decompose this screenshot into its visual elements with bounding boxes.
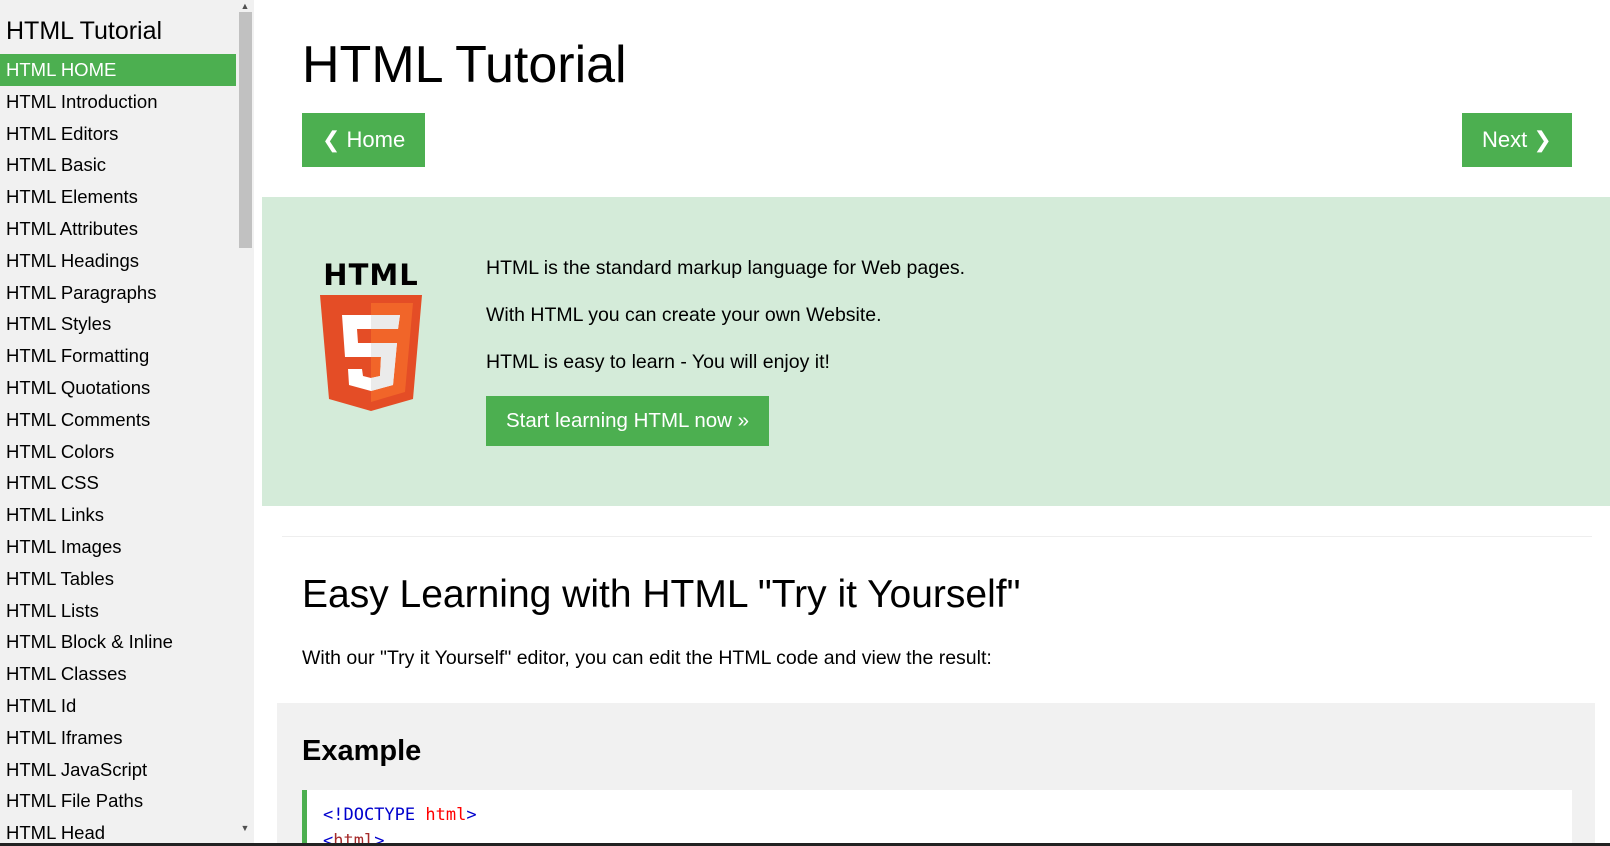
html5-logo-text: HTML [323, 258, 419, 292]
sidebar-item[interactable]: HTML Styles [0, 308, 236, 340]
sidebar-item[interactable]: HTML Links [0, 499, 236, 531]
sidebar-item[interactable]: HTML Quotations [0, 372, 236, 404]
home-button[interactable]: ❮ Home [302, 113, 426, 167]
sidebar-item[interactable]: HTML Elements [0, 181, 236, 213]
sidebar-item[interactable]: HTML Tables [0, 563, 236, 595]
section-intro: With our "Try it Yourself" editor, you c… [302, 647, 992, 669]
sidebar: HTML Tutorial HTML HOME HTML Introduction… [0, 0, 254, 846]
hero-banner: HTML HTML is the standard markup languag… [262, 197, 1610, 506]
sidebar-items: HTML HOME HTML Introduction HTML Editors HT… [0, 54, 236, 846]
next-button[interactable]: Next ❯ [1462, 113, 1572, 167]
section-divider [282, 536, 1592, 537]
main-content: HTML Tutorial ❮ Home Next ❯ HTML HTML is… [262, 0, 1610, 846]
hero-paragraph: HTML is easy to learn - You will enjoy i… [486, 351, 830, 373]
sidebar-item[interactable]: HTML Comments [0, 404, 236, 436]
sidebar-item[interactable]: HTML HOME [0, 54, 236, 86]
hero-text: HTML is the standard markup language for… [486, 255, 965, 446]
sidebar-item[interactable]: HTML Attributes [0, 213, 236, 245]
sidebar-item[interactable]: HTML Introduction [0, 86, 236, 118]
sidebar-title: HTML Tutorial [6, 17, 163, 45]
html5-shield-icon: HTML [320, 255, 422, 418]
sidebar-item[interactable]: HTML Basic [0, 149, 236, 181]
scroll-down-icon[interactable]: ▼ [236, 822, 254, 834]
page-title: HTML Tutorial [302, 36, 627, 94]
sidebar-scrollbar[interactable]: ▲ ▼ [236, 0, 254, 846]
code-doctype-open: <!DOCTYPE [323, 805, 416, 825]
section-title: Easy Learning with HTML "Try it Yourself… [302, 573, 1021, 616]
code-doctype-attr: html [425, 805, 467, 825]
example-box: Example <!DOCTYPE html> <html> [277, 703, 1595, 846]
example-title: Example [302, 735, 422, 767]
scroll-up-icon[interactable]: ▲ [236, 0, 254, 12]
sidebar-item[interactable]: HTML Classes [0, 658, 236, 690]
code-line-doctype: <!DOCTYPE html> [323, 802, 1572, 828]
sidebar-item[interactable]: HTML Iframes [0, 722, 236, 754]
sidebar-item[interactable]: HTML Head [0, 817, 236, 846]
scrollbar-thumb[interactable] [239, 12, 252, 248]
code-example: <!DOCTYPE html> <html> [302, 790, 1572, 846]
html5-shield-graphic [320, 295, 422, 411]
sidebar-item[interactable]: HTML Formatting [0, 340, 236, 372]
sidebar-item[interactable]: HTML Id [0, 690, 236, 722]
hero-paragraph: With HTML you can create your own Websit… [486, 304, 882, 326]
sidebar-item[interactable]: HTML JavaScript [0, 754, 236, 786]
sidebar-item[interactable]: HTML Colors [0, 436, 236, 468]
hero-paragraph: HTML is the standard markup language for… [486, 257, 966, 279]
sidebar-item[interactable]: HTML Lists [0, 595, 236, 627]
sidebar-item[interactable]: HTML Block & Inline [0, 626, 236, 658]
sidebar-item[interactable]: HTML Headings [0, 245, 236, 277]
code-doctype-close: > [466, 805, 477, 825]
start-learning-button[interactable]: Start learning HTML now » [486, 396, 770, 446]
sidebar-item[interactable]: HTML Images [0, 531, 236, 563]
sidebar-item[interactable]: HTML File Paths [0, 785, 236, 817]
sidebar-item[interactable]: HTML Paragraphs [0, 277, 236, 309]
sidebar-menu: HTML Tutorial HTML HOME HTML Introduction… [0, 0, 236, 846]
sidebar-item[interactable]: HTML Editors [0, 118, 236, 150]
sidebar-item[interactable]: HTML CSS [0, 467, 236, 499]
